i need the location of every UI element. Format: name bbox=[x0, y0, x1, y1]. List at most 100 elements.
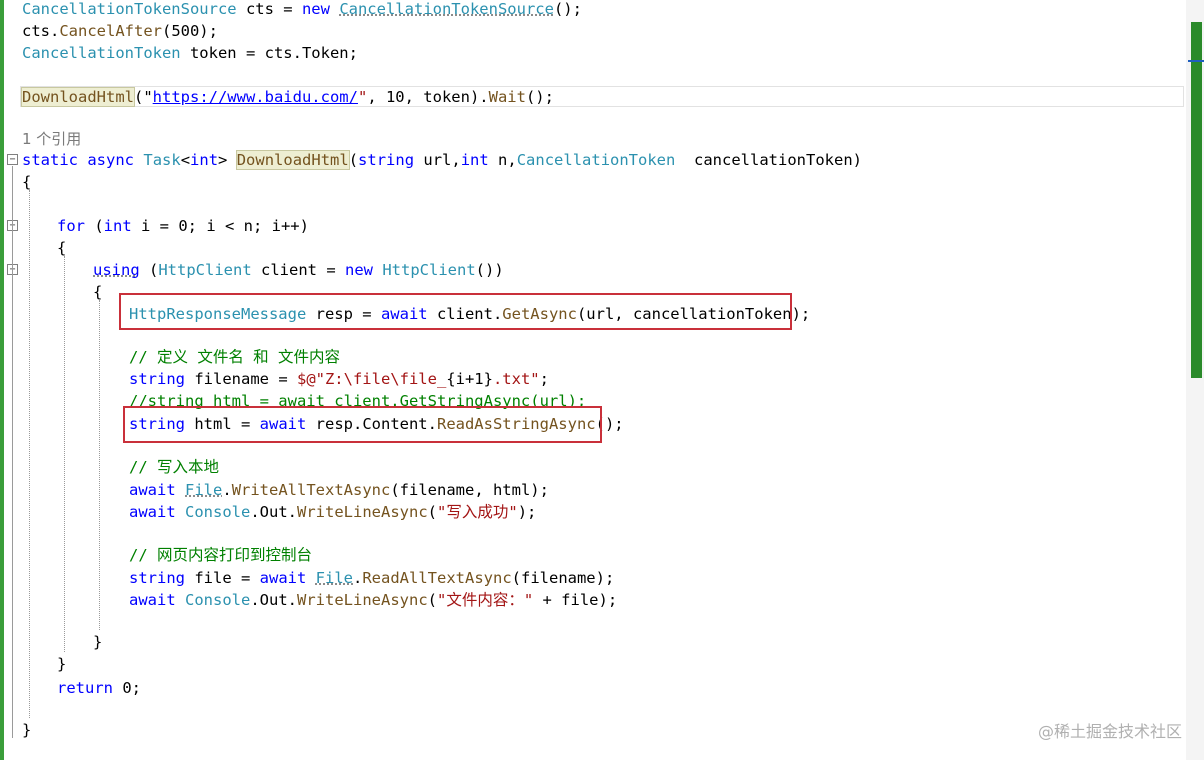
token: string bbox=[129, 569, 185, 587]
token: await bbox=[259, 569, 307, 587]
code-line-using-brace[interactable]: { bbox=[93, 281, 102, 303]
collapse-method-toggle[interactable]: − bbox=[7, 154, 18, 165]
token: (filename, html); bbox=[390, 481, 549, 499]
token: (" bbox=[133, 88, 153, 106]
token: 0; bbox=[113, 679, 141, 697]
code-line-2[interactable]: cts.CancelAfter(500); bbox=[22, 20, 218, 42]
vertical-scrollbar[interactable] bbox=[1186, 0, 1204, 760]
token: ); bbox=[517, 503, 537, 521]
comment-define-filename[interactable]: // 定义 文件名 和 文件内容 bbox=[129, 346, 340, 368]
token: " bbox=[357, 88, 368, 106]
token: .Out. bbox=[250, 591, 298, 609]
code-line-open-brace[interactable]: { bbox=[22, 171, 31, 193]
code-line-3[interactable]: CancellationToken token = cts.Token; bbox=[22, 42, 358, 64]
token: n, bbox=[488, 151, 517, 169]
token: ReadAllTextAsync bbox=[362, 569, 512, 587]
code-line-writealltext[interactable]: await File.WriteAllTextAsync(filename, h… bbox=[129, 479, 549, 501]
token: (filename); bbox=[511, 569, 615, 587]
token: ( bbox=[85, 217, 104, 235]
token: Console bbox=[185, 503, 251, 521]
code-line-filename[interactable]: string filename = $@"Z:\file\file_{i+1}.… bbox=[129, 368, 549, 390]
scrollbar-caret-marker bbox=[1188, 60, 1204, 62]
codelens-references[interactable]: 1 个引用 bbox=[22, 128, 81, 150]
url-link[interactable]: https://www.baidu.com/ bbox=[153, 88, 358, 106]
annotation-box-readasstring bbox=[123, 406, 602, 443]
code-line-4[interactable]: DownloadHtml("https://www.baidu.com/", 1… bbox=[21, 86, 554, 108]
token: filename = bbox=[185, 370, 297, 388]
token: + file); bbox=[533, 591, 618, 609]
token: WriteLineAsync bbox=[297, 591, 428, 609]
token: File bbox=[185, 481, 223, 499]
code-line-writeline-content[interactable]: await Console.Out.WriteLineAsync("文件内容："… bbox=[129, 589, 617, 611]
scrollbar-thumb[interactable] bbox=[1191, 22, 1202, 378]
token: WriteLineAsync bbox=[297, 503, 428, 521]
token: DownloadHtml bbox=[235, 150, 350, 170]
token: HttpClient bbox=[158, 261, 252, 279]
token: (); bbox=[525, 88, 554, 106]
token: DownloadHtml bbox=[21, 87, 135, 107]
token: > bbox=[218, 151, 237, 169]
token: static bbox=[22, 151, 78, 169]
token: ; bbox=[539, 370, 549, 388]
token: Console bbox=[185, 591, 251, 609]
token: . bbox=[353, 569, 363, 587]
code-line-return[interactable]: return 0; bbox=[57, 677, 141, 699]
token: CancellationToken bbox=[516, 151, 676, 169]
code-line-method-close[interactable]: } bbox=[22, 719, 31, 741]
code-line-for-brace[interactable]: { bbox=[57, 237, 66, 259]
token: new bbox=[345, 261, 373, 279]
token: int bbox=[190, 151, 219, 169]
token: await bbox=[129, 591, 176, 609]
structure-guide-2 bbox=[64, 256, 65, 652]
code-line-method-signature[interactable]: static async Task<int> DownloadHtml(stri… bbox=[22, 149, 862, 171]
token: using bbox=[93, 261, 140, 279]
token: ()) bbox=[475, 261, 504, 279]
structure-guide-3 bbox=[99, 300, 100, 630]
token: CancelAfter bbox=[59, 22, 162, 40]
token: async bbox=[87, 151, 135, 169]
code-editor[interactable]: − − − CancellationTokenSource cts = new … bbox=[0, 0, 1204, 760]
token: new bbox=[301, 0, 330, 18]
code-line-1[interactable]: CancellationTokenSource cts = new Cancel… bbox=[22, 0, 582, 20]
code-line-using[interactable]: using (HttpClient client = new HttpClien… bbox=[93, 259, 504, 281]
token: .Out. bbox=[250, 503, 298, 521]
token: url, bbox=[414, 151, 461, 169]
code-line-for[interactable]: for (int i = 0; i < n; i++) bbox=[57, 215, 309, 237]
token: Wait bbox=[488, 88, 526, 106]
token: ( bbox=[427, 591, 438, 609]
token: {i+1} bbox=[446, 370, 493, 388]
change-tracking-bar bbox=[0, 0, 4, 760]
token: ( bbox=[348, 151, 359, 169]
annotation-box-getasync bbox=[119, 293, 792, 330]
token: token = cts.Token; bbox=[180, 44, 358, 62]
token: "文件内容：" bbox=[437, 591, 534, 609]
watermark: @稀土掘金技术社区 bbox=[1037, 722, 1182, 741]
code-line-using-close[interactable]: } bbox=[93, 631, 102, 653]
code-line-for-close[interactable]: } bbox=[57, 653, 66, 675]
token: ( bbox=[427, 503, 438, 521]
token: return bbox=[57, 679, 113, 697]
code-line-writeline-success[interactable]: await Console.Out.WriteLineAsync("写入成功")… bbox=[129, 501, 536, 523]
token: await bbox=[129, 481, 176, 499]
comment-write-local[interactable]: // 写入本地 bbox=[129, 456, 219, 478]
token: $@"Z:\file\file_ bbox=[296, 370, 447, 388]
comment-print-console[interactable]: // 网页内容打印到控制台 bbox=[129, 544, 312, 566]
code-line-readalltext[interactable]: string file = await File.ReadAllTextAsyn… bbox=[129, 567, 614, 589]
token: string bbox=[129, 370, 185, 388]
token: string bbox=[358, 151, 415, 169]
token: (500); bbox=[161, 22, 218, 40]
token: CancellationTokenSource bbox=[339, 0, 554, 18]
token: ( bbox=[139, 261, 159, 279]
token: client = bbox=[251, 261, 345, 279]
token: , 10, token). bbox=[367, 88, 489, 106]
token: CancellationToken bbox=[22, 44, 181, 62]
token: cts = bbox=[236, 0, 302, 18]
token: < bbox=[180, 151, 191, 169]
